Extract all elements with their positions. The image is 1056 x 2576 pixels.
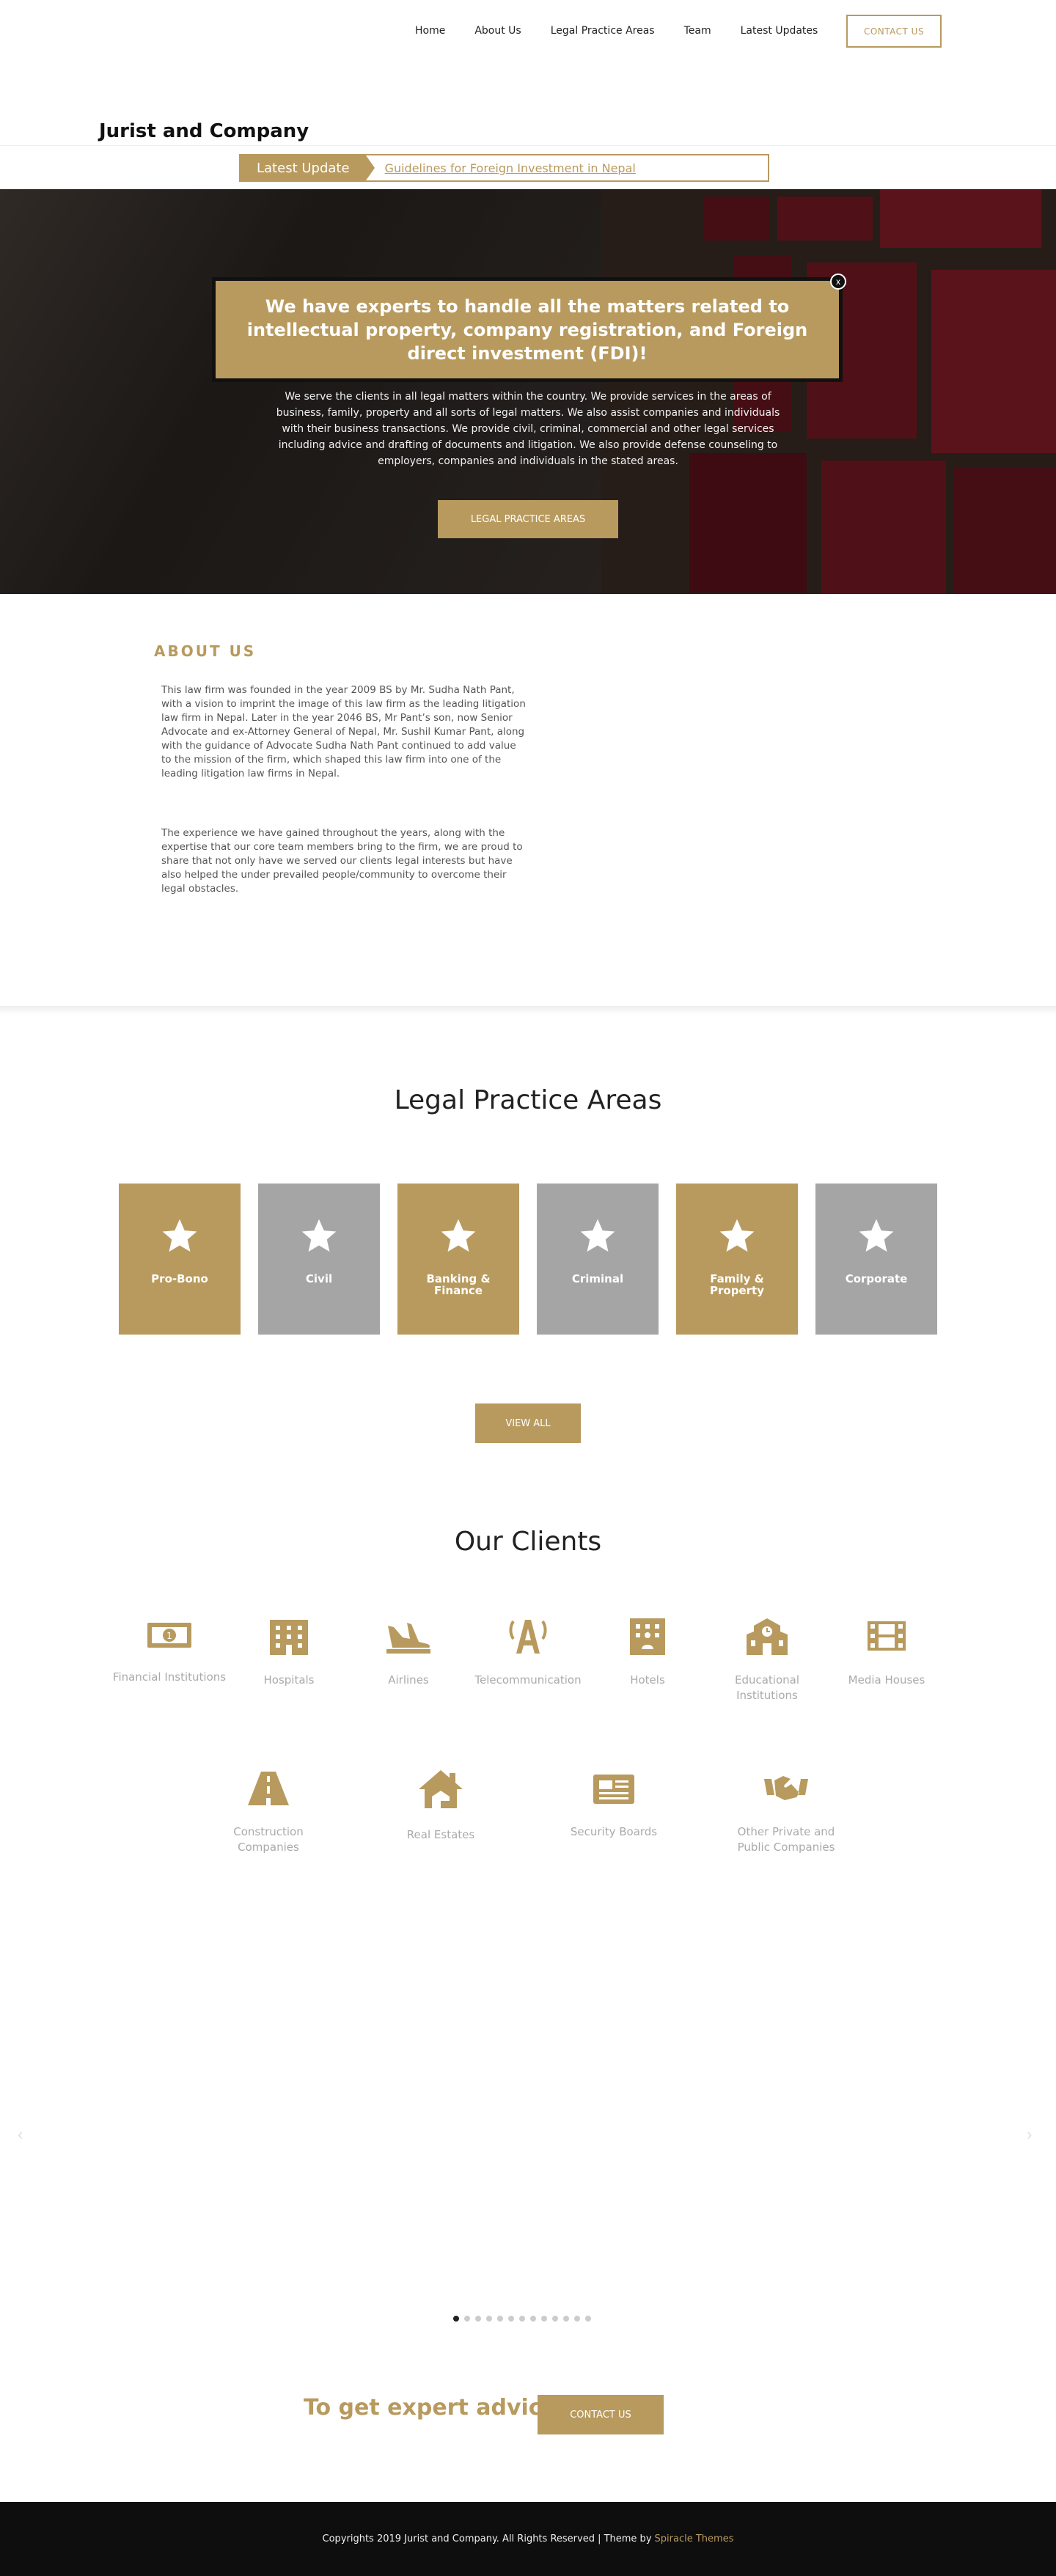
practice-card-civil[interactable]: Civil [258,1184,380,1335]
practice-card-label: Criminal [571,1272,624,1285]
practice-title: Legal Practice Areas [394,1085,662,1115]
client-label: Hotels [630,1673,665,1687]
carousel-dot[interactable] [464,2316,470,2322]
carousel-dot[interactable] [453,2316,459,2322]
practice-card-label: Civil [305,1272,333,1285]
about-title: ABOUT US [154,642,257,660]
practice-card-pro-bono[interactable]: Pro-Bono [119,1184,241,1335]
view-all-button[interactable]: VIEW ALL [475,1403,581,1443]
client-media-houses: Media Houses [828,1617,945,1688]
handshake-icon [764,1776,808,1800]
client-label: Airlines [388,1673,429,1687]
footer-theme-link[interactable]: Spiracle Themes [655,2533,734,2544]
carousel-dot[interactable] [508,2316,514,2322]
star-icon [301,1219,337,1252]
about-paragraph-1: This law firm was founded in the year 20… [161,684,526,779]
star-icon [580,1219,615,1252]
clients-title: Our Clients [454,1527,602,1557]
footer: Copyrights 2019 Jurist and Company. All … [0,2502,1056,2576]
close-icon[interactable]: x [830,274,846,290]
practice-card-corporate[interactable]: Corporate [815,1184,937,1335]
ticker-link[interactable]: Guidelines for Foreign Investment in Nep… [385,161,636,175]
house-icon [419,1770,463,1808]
practice-card-family-property[interactable]: Family & Property [676,1184,798,1335]
carousel-dot[interactable] [519,2316,525,2322]
carousel-dot[interactable] [530,2316,536,2322]
client-label: Media Houses [848,1673,925,1687]
client-label: Telecommunication [474,1673,582,1687]
practice-card-label: Pro-Bono [151,1272,208,1285]
carousel-dot[interactable] [585,2316,591,2322]
client-educational-institutions: Educational Institutions [708,1617,826,1703]
client-other-companies: Other Private and Public Companies [727,1769,845,1855]
nav-latest-updates[interactable]: Latest Updates [741,25,818,37]
ticker-label: Latest Update [241,155,375,180]
popup-text: We have experts to handle all the matter… [246,296,808,364]
carousel-next-icon[interactable]: › [1027,2125,1032,2144]
star-icon [719,1219,755,1252]
antenna-icon [509,1620,547,1654]
film-icon [868,1621,906,1651]
nav-team[interactable]: Team [684,25,711,37]
svg-text:1: 1 [166,1631,172,1641]
carousel-dots [453,2316,591,2322]
footer-copyright: Copyrights 2019 Jurist and Company. All … [322,2533,652,2544]
carousel-dot[interactable] [574,2316,580,2322]
practice-card-banking-finance[interactable]: Banking & Finance [397,1184,519,1335]
cta-text: To get expert advice [304,2395,557,2421]
client-label: Educational Institutions [734,1673,800,1702]
carousel-prev-icon[interactable]: ‹ [18,2125,23,2144]
hotel-icon [630,1618,665,1655]
client-construction-companies: Construction Companies [210,1769,327,1855]
client-label: Construction Companies [233,1825,304,1854]
newspaper-icon [593,1775,634,1804]
client-telecommunication: Telecommunication [469,1617,587,1688]
about-paragraph-2: The experience we have gained throughout… [161,827,523,895]
client-label: Financial Institutions [112,1670,227,1684]
client-financial-institutions: 1 Financial Institutions [111,1617,228,1685]
star-icon [441,1219,476,1252]
carousel-dot[interactable] [486,2316,492,2322]
nav-about-us[interactable]: About Us [474,25,521,37]
star-icon [162,1219,197,1252]
client-security-boards: Security Boards [555,1769,672,1840]
nav-links: Home About Us Legal Practice Areas Team … [415,25,847,37]
carousel-dot[interactable] [552,2316,558,2322]
latest-update-ticker: Latest Update Guidelines for Foreign Inv… [239,154,769,182]
carousel-dot[interactable] [497,2316,503,2322]
practice-card-label: Family & Property [710,1272,764,1297]
carousel-dot[interactable] [475,2316,481,2322]
carousel-dot[interactable] [563,2316,569,2322]
money-icon: 1 [147,1623,191,1648]
nav-legal-practice-areas[interactable]: Legal Practice Areas [551,25,655,37]
practice-card-label: Banking & Finance [426,1272,491,1297]
nav-home[interactable]: Home [415,25,445,37]
client-label: Real Estates [406,1828,475,1841]
client-label: Security Boards [570,1825,658,1838]
client-label: Other Private and Public Companies [737,1825,835,1854]
practice-card-label: Corporate [845,1272,908,1285]
hero-description: We serve the clients in all legal matter… [276,391,780,467]
client-hotels: Hotels [589,1617,706,1688]
client-airlines: Airlines [350,1617,467,1688]
carousel-dot[interactable] [541,2316,547,2322]
contact-us-button[interactable]: CONTACT US [846,15,942,48]
legal-practice-areas-button[interactable]: LEGAL PRACTICE AREAS [438,500,618,538]
cta-contact-button[interactable]: CONTACT US [538,2395,664,2434]
practice-card-criminal[interactable]: Criminal [537,1184,659,1335]
building-icon [270,1620,308,1655]
school-icon [747,1618,788,1655]
client-real-estates: Real Estates [382,1769,499,1843]
client-hospitals: Hospitals [230,1617,348,1688]
client-label: Hospitals [263,1673,315,1687]
road-icon [248,1772,289,1805]
site-brand[interactable]: Jurist and Company [99,120,309,142]
star-icon [859,1219,894,1252]
section-divider [0,1006,1056,1015]
page: Home About Us Legal Practice Areas Team … [0,0,1056,2576]
top-nav: Home About Us Legal Practice Areas Team … [0,0,1056,66]
promo-popup: We have experts to handle all the matter… [212,274,846,382]
plane-landing-icon [386,1623,430,1654]
